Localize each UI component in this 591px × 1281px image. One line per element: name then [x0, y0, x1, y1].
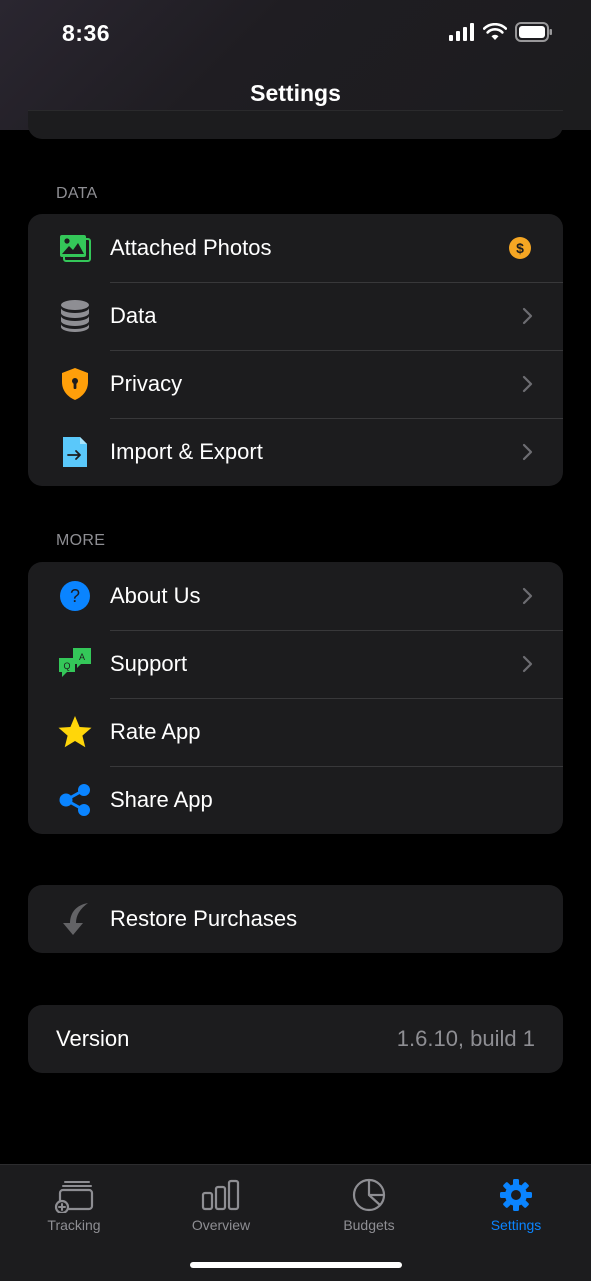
shield-lock-icon: [52, 364, 98, 404]
row-label: Data: [110, 303, 157, 328]
status-time: 8:36: [62, 20, 111, 46]
pie-chart-icon: [309, 1177, 429, 1213]
more-section-card: ? About Us A Q Support Rate App Share Ap…: [28, 562, 563, 834]
row-rate-app[interactable]: Rate App: [28, 698, 563, 766]
tab-label: Budgets: [343, 1217, 395, 1233]
row-data[interactable]: Data: [28, 282, 563, 350]
question-icon: ?: [52, 576, 98, 616]
tracking-icon: [14, 1177, 134, 1213]
battery-icon: [515, 22, 552, 42]
restore-card: Restore Purchases: [28, 885, 563, 953]
tab-label: Tracking: [47, 1217, 101, 1233]
gear-icon: [456, 1177, 576, 1213]
restore-purchases-button[interactable]: Restore Purchases: [28, 885, 563, 953]
premium-coin-icon: $: [509, 237, 531, 259]
photos-icon: [52, 228, 98, 268]
cellular-signal-icon: [449, 23, 474, 41]
restore-label: Restore Purchases: [110, 906, 298, 931]
chevron-right-icon: [522, 375, 533, 393]
tab-tracking[interactable]: Tracking: [14, 1177, 134, 1233]
chat-bubbles-icon: A Q: [52, 644, 98, 684]
data-section-card: Attached Photos $ Data Privacy Import & …: [28, 214, 563, 486]
row-label: Attached Photos: [110, 235, 272, 260]
restore-arrow-icon: [52, 899, 98, 939]
page-title: Settings: [250, 80, 341, 106]
bar-chart-icon: [161, 1177, 281, 1213]
section-header-data: DATA: [56, 185, 98, 202]
row-attached-photos[interactable]: Attached Photos $: [28, 214, 563, 282]
svg-text:Q: Q: [63, 661, 70, 671]
svg-text:A: A: [79, 652, 85, 662]
row-import-export[interactable]: Import & Export: [28, 418, 563, 486]
version-label: Version: [56, 1026, 130, 1051]
row-label: Import & Export: [110, 439, 263, 464]
row-about-us[interactable]: ? About Us: [28, 562, 563, 630]
row-label: Support: [110, 651, 188, 676]
chevron-right-icon: [522, 655, 533, 673]
row-label: Privacy: [110, 371, 183, 396]
status-icons: [449, 22, 553, 42]
tab-label: Settings: [490, 1217, 542, 1233]
tab-budgets[interactable]: Budgets: [309, 1177, 429, 1233]
version-value: 1.6.10, build 1: [396, 1026, 535, 1051]
home-indicator: [190, 1262, 402, 1268]
row-label: About Us: [110, 583, 201, 608]
row-label: Share App: [110, 787, 213, 812]
row-share-app[interactable]: Share App: [28, 766, 563, 834]
version-card: Version 1.6.10, build 1: [28, 1005, 563, 1073]
chevron-right-icon: [522, 443, 533, 461]
svg-text:?: ?: [70, 586, 80, 606]
section-header-more: MORE: [56, 532, 106, 549]
version-row: Version 1.6.10, build 1: [28, 1005, 563, 1073]
import-export-icon: [52, 432, 98, 472]
share-icon: [52, 780, 98, 820]
chevron-right-icon: [522, 587, 533, 605]
database-icon: [52, 296, 98, 336]
chevron-right-icon: [522, 307, 533, 325]
row-label: Rate App: [110, 719, 201, 744]
tab-settings[interactable]: Settings: [456, 1177, 576, 1233]
tab-label: Overview: [191, 1217, 251, 1233]
wifi-icon: [483, 23, 507, 40]
row-support[interactable]: A Q Support: [28, 630, 563, 698]
row-privacy[interactable]: Privacy: [28, 350, 563, 418]
star-icon: [52, 712, 98, 752]
tab-overview[interactable]: Overview: [161, 1177, 281, 1233]
previous-section-card: [28, 110, 563, 139]
